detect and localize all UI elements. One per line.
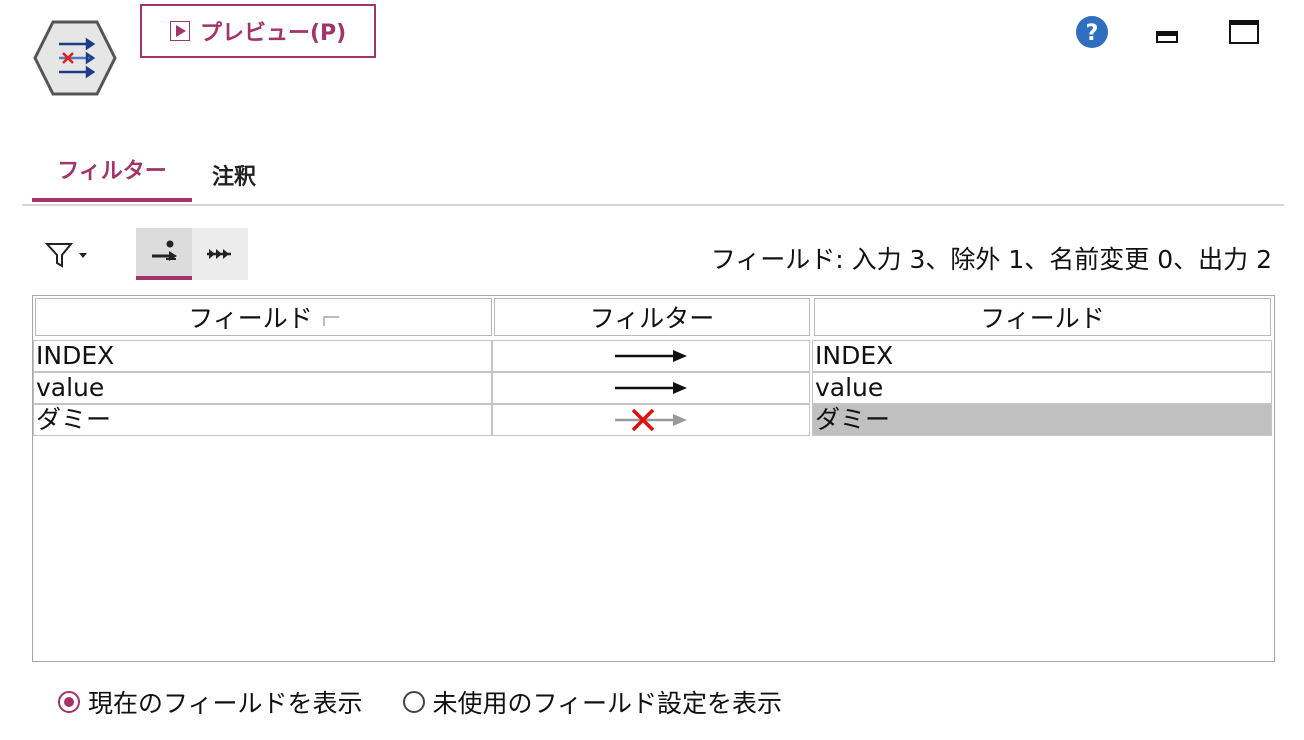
view-options: 現在のフィールドを表示 未使用のフィールド設定を表示 (58, 684, 782, 720)
filter-toggle-cell[interactable] (492, 372, 810, 404)
excluded-arrow-icon (615, 408, 687, 432)
field-filter-table: フィールド フィルター フィールド INDEX INDEX value valu… (32, 295, 1275, 662)
show-current-fields-option[interactable]: 現在のフィールドを表示 (58, 684, 363, 720)
svg-text:?: ? (1086, 21, 1099, 46)
filter-mode-button[interactable] (136, 228, 192, 280)
filter-toggle-cell[interactable] (492, 404, 810, 436)
preview-label: プレビュー(P) (200, 21, 347, 46)
filter-options-dropdown-icon[interactable] (45, 240, 93, 270)
filter-toggle-cell[interactable] (492, 340, 810, 372)
play-icon (170, 21, 190, 41)
minimize-icon[interactable] (1156, 31, 1178, 43)
input-field-cell: value (33, 372, 492, 404)
pass-all-mode-button[interactable] (192, 228, 248, 280)
output-field-cell-selected[interactable]: ダミー (812, 404, 1272, 436)
table-row[interactable]: ダミー ダミー (33, 404, 1274, 436)
input-field-cell: INDEX (33, 340, 492, 372)
pass-arrow-icon (615, 350, 687, 362)
mode-toggle-group (136, 228, 248, 280)
preview-button[interactable]: プレビュー(P) (140, 4, 376, 58)
input-field-cell: ダミー (33, 404, 492, 436)
output-field-cell[interactable]: INDEX (812, 340, 1272, 372)
pass-arrow-icon (615, 382, 687, 394)
radio-selected-icon[interactable] (58, 691, 80, 713)
filter-node-icon (33, 20, 117, 96)
maximize-icon[interactable] (1229, 20, 1259, 44)
sort-indicator-icon (322, 316, 339, 326)
filter-arrow-icon (152, 240, 177, 261)
table-row[interactable]: INDEX INDEX (33, 340, 1274, 372)
field-summary: フィールド: 入力 3、除外 1、名前変更 0、出力 2 (710, 245, 1272, 274)
radio-unselected-icon[interactable] (402, 691, 425, 713)
column-header-filter[interactable]: フィルター (494, 298, 810, 336)
column-header-input-field[interactable]: フィールド (35, 298, 492, 336)
help-icon[interactable]: ? (1075, 15, 1109, 49)
column-header-output-field[interactable]: フィールド (814, 298, 1271, 336)
tab-annotations[interactable]: 注釈 (212, 140, 256, 206)
show-unused-field-settings-option[interactable]: 未使用のフィールド設定を表示 (402, 684, 782, 720)
multi-arrow-icon (207, 249, 231, 259)
tab-bar: フィルター 注釈 (22, 140, 1284, 206)
tab-filter[interactable]: フィルター (32, 140, 192, 202)
output-field-cell[interactable]: value (812, 372, 1272, 404)
table-row[interactable]: value value (33, 372, 1274, 404)
